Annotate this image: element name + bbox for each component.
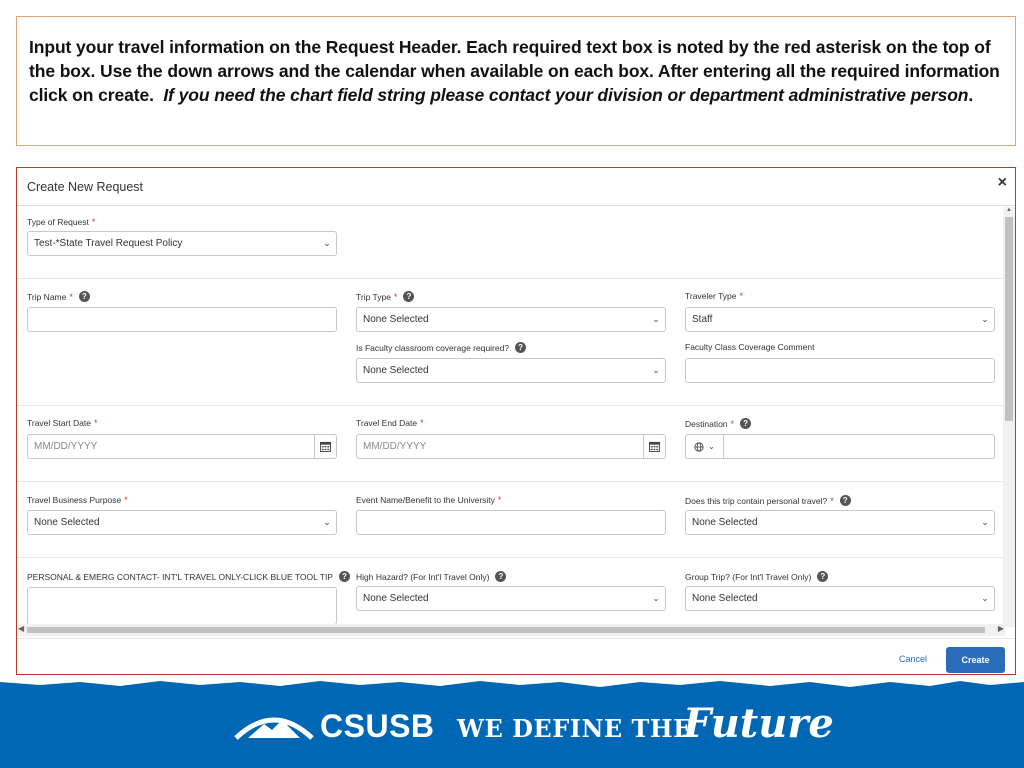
traveler-type-label: Traveler Type * <box>685 291 744 301</box>
faculty-coverage-select[interactable]: None Selected ⌄ <box>356 358 666 383</box>
modal-header: Create New Request × <box>17 168 1015 206</box>
form-area: Type of Request * Test-*State Travel Requ… <box>17 207 1005 627</box>
traveler-type-select[interactable]: Staff ⌄ <box>685 307 995 332</box>
chevron-down-icon: ⌄ <box>981 314 989 324</box>
business-purpose-label: Travel Business Purpose * <box>27 495 128 505</box>
brand-logo-text: CSUSB <box>320 708 435 744</box>
instruction-italic: If you need the chart field string pleas… <box>163 85 969 105</box>
personal-travel-label: Does this trip contain personal travel? *… <box>685 495 851 506</box>
trip-type-label: Trip Type *? <box>356 291 415 302</box>
faculty-comment-input[interactable] <box>685 358 995 383</box>
required-marker: * <box>91 217 96 227</box>
help-icon[interactable]: ? <box>839 495 851 506</box>
divider <box>17 557 1005 558</box>
help-icon[interactable]: ? <box>338 571 350 582</box>
close-icon[interactable]: × <box>998 174 1007 192</box>
chevron-down-icon: ⌄ <box>652 365 660 375</box>
trip-type-select[interactable]: None Selected ⌄ <box>356 307 666 332</box>
modal-title: Create New Request <box>27 180 144 194</box>
high-hazard-select[interactable]: None Selected ⌄ <box>356 586 666 611</box>
chevron-down-icon: ⌄ <box>652 314 660 324</box>
chevron-down-icon: ⌄ <box>323 517 331 527</box>
help-icon[interactable]: ? <box>78 291 90 302</box>
help-icon[interactable]: ? <box>817 571 829 582</box>
faculty-comment-label: Faculty Class Coverage Comment <box>685 342 815 352</box>
high-hazard-label: High Hazard? (For Int'l Travel Only)? <box>356 571 507 582</box>
instruction-end: . <box>968 85 974 105</box>
help-icon[interactable]: ? <box>740 418 752 429</box>
help-icon[interactable]: ? <box>403 291 415 302</box>
event-name-input[interactable] <box>356 510 666 535</box>
create-request-modal: Create New Request × Type of Request * Te… <box>16 167 1016 675</box>
create-button[interactable]: Create <box>946 647 1005 673</box>
scroll-left-icon[interactable]: ◀ <box>18 624 24 633</box>
instruction-text: Input your travel information on the Req… <box>29 35 1003 107</box>
personal-travel-select[interactable]: None Selected ⌄ <box>685 510 995 535</box>
horizontal-scrollbar[interactable]: ◀ ▶ <box>17 624 1005 636</box>
start-date-label: Travel Start Date * <box>27 418 98 428</box>
group-trip-label: Group Trip? (For Int'l Travel Only)? <box>685 571 829 582</box>
request-type-label: Type of Request * <box>27 217 96 227</box>
scroll-right-icon[interactable]: ▶ <box>998 624 1004 633</box>
help-icon[interactable]: ? <box>495 571 507 582</box>
calendar-icon[interactable] <box>314 435 336 458</box>
start-date-input[interactable]: MM/DD/YYYY <box>27 434 337 459</box>
tagline: WE DEFINE THE <box>457 714 692 743</box>
chevron-down-icon: ⌄ <box>981 517 989 527</box>
chevron-down-icon: ⌄ <box>708 442 715 451</box>
event-name-label: Event Name/Benefit to the University * <box>356 495 502 505</box>
emerg-contact-textarea[interactable] <box>27 587 337 625</box>
divider <box>17 481 1005 482</box>
banner-edge <box>0 676 1024 687</box>
scroll-thumb[interactable] <box>27 627 985 633</box>
footer-divider <box>17 638 1015 639</box>
group-trip-select[interactable]: None Selected ⌄ <box>685 586 995 611</box>
mountain-logo-icon <box>234 717 314 740</box>
divider <box>17 278 1005 279</box>
calendar-icon[interactable] <box>643 435 665 458</box>
chevron-down-icon: ⌄ <box>981 593 989 603</box>
help-icon[interactable]: ? <box>515 342 527 353</box>
destination-label: Destination *? <box>685 418 752 429</box>
scroll-up-icon[interactable]: ▲ <box>1005 207 1013 213</box>
cancel-button[interactable]: Cancel <box>899 654 927 664</box>
globe-icon[interactable]: ⌄ <box>686 435 724 458</box>
divider <box>17 405 1005 406</box>
chevron-down-icon: ⌄ <box>323 238 331 248</box>
emerg-contact-label: PERSONAL & EMERG CONTACT- INT'L TRAVEL O… <box>27 571 350 582</box>
tagline-script: Future <box>683 700 834 747</box>
trip-name-label: Trip Name *? <box>27 291 90 302</box>
end-date-input[interactable]: MM/DD/YYYY <box>356 434 666 459</box>
chevron-down-icon: ⌄ <box>652 593 660 603</box>
scroll-thumb[interactable] <box>1005 217 1013 421</box>
vertical-scrollbar[interactable]: ▲ <box>1003 207 1015 627</box>
trip-name-input[interactable] <box>27 307 337 332</box>
end-date-label: Travel End Date * <box>356 418 424 428</box>
business-purpose-select[interactable]: None Selected ⌄ <box>27 510 337 535</box>
footer-banner: CSUSB WE DEFINE THE Future <box>0 676 1024 768</box>
instruction-box: Input your travel information on the Req… <box>16 16 1016 146</box>
faculty-coverage-label: Is Faculty classroom coverage required?? <box>356 342 527 353</box>
request-type-select[interactable]: Test-*State Travel Request Policy ⌄ <box>27 231 337 256</box>
destination-input[interactable]: ⌄ <box>685 434 995 459</box>
